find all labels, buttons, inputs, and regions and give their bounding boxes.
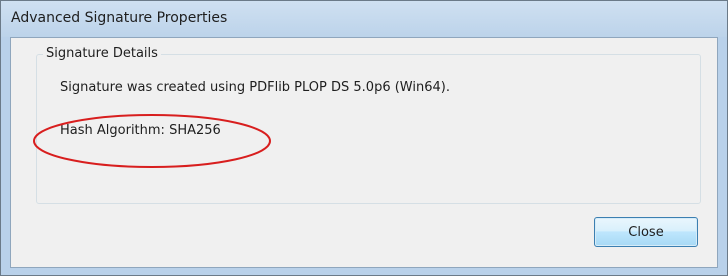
dialog-content: Signature Details Signature was created … <box>10 37 718 268</box>
dialog-window: Advanced Signature Properties Signature … <box>0 0 728 276</box>
group-label: Signature Details <box>43 46 161 61</box>
title-bar[interactable]: Advanced Signature Properties <box>1 1 727 37</box>
close-button[interactable]: Close <box>594 217 698 247</box>
created-with-text: Signature was created using PDFlib PLOP … <box>60 80 450 95</box>
window-title: Advanced Signature Properties <box>11 10 228 26</box>
signature-details-group: Signature Details Signature was created … <box>36 46 701 204</box>
hash-algorithm-text: Hash Algorithm: SHA256 <box>60 123 221 138</box>
